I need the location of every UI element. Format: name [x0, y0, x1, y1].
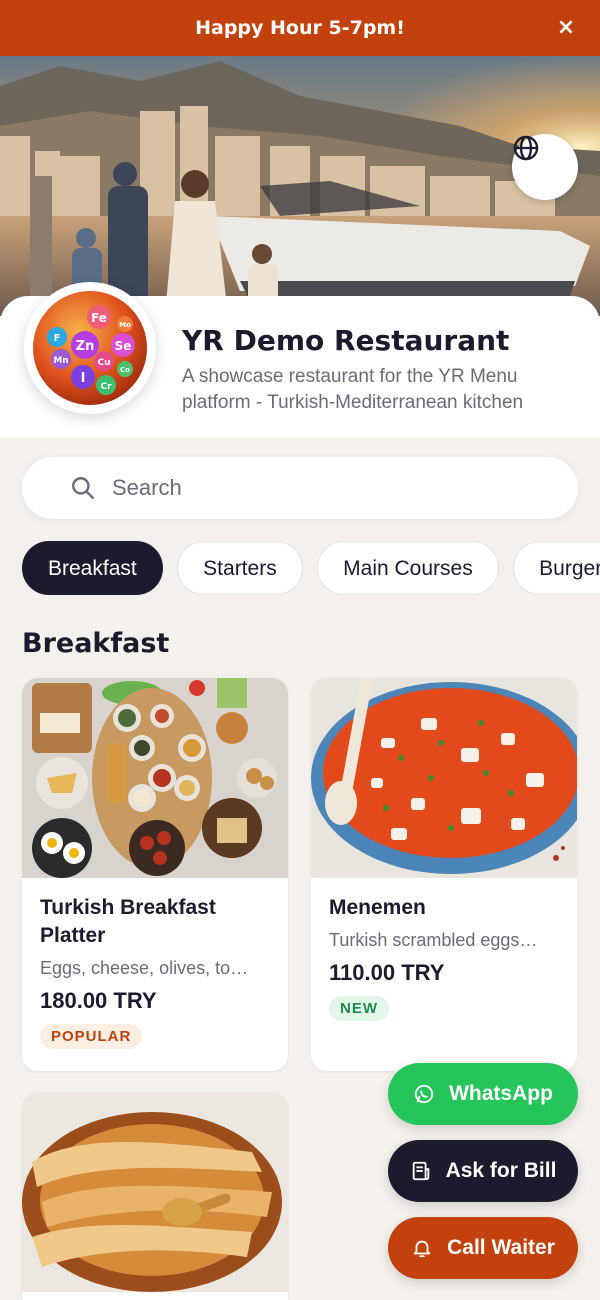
logo-element-fe: Fe [91, 311, 107, 325]
logo-element-f: F [54, 333, 61, 344]
menu-item-card[interactable] [22, 1092, 288, 1300]
logo-element-mn: Mn [53, 356, 68, 366]
whatsapp-label: WhatsApp [449, 1082, 553, 1105]
menu-item-description: Eggs, cheese, olives, tomatoes [40, 958, 250, 978]
tab-burgers[interactable]: Burgers [513, 541, 600, 595]
menu-item-image [311, 678, 577, 878]
language-button[interactable] [512, 134, 578, 200]
tab-breakfast[interactable]: Breakfast [22, 541, 163, 595]
ask-for-bill-button[interactable]: Ask for Bill [388, 1140, 578, 1202]
breakfast-platter-image [22, 678, 288, 878]
menu-item-name: Menemen [329, 896, 426, 919]
menu-item-description: Turkish scrambled eggs with tomatoes [329, 930, 539, 950]
hero-image [0, 56, 600, 316]
category-tabs: Breakfast Starters Main Courses Burgers [22, 541, 600, 597]
call-waiter-button[interactable]: Call Waiter [388, 1217, 578, 1279]
logo-element-se: Se [115, 339, 132, 353]
hero-illustration [0, 56, 600, 316]
bell-icon [413, 1240, 431, 1258]
logo-element-cr: Cr [100, 382, 112, 392]
restaurant-info: Fe Zn Se Mn I Cu Cr F Mo Co YR Demo Rest… [0, 282, 600, 438]
pancakes-image [22, 1092, 288, 1292]
search-input[interactable] [112, 457, 552, 519]
promo-banner: Happy Hour 5-7pm! × [0, 0, 600, 56]
restaurant-description: A showcase restaurant for the YR Menu pl… [182, 366, 524, 413]
section-title: Breakfast [22, 628, 170, 659]
search-bar[interactable] [22, 457, 578, 519]
logo-element-zn: Zn [76, 339, 95, 354]
restaurant-logo: Fe Zn Se Mn I Cu Cr F Mo Co [24, 282, 156, 414]
menu-item-image [22, 1092, 288, 1292]
logo-illustration: Fe Zn Se Mn I Cu Cr F Mo Co [33, 291, 147, 405]
logo-element-i: I [81, 371, 86, 386]
new-badge: NEW [329, 996, 389, 1021]
logo-element-mo: Mo [119, 321, 131, 329]
menu-item-image [22, 678, 288, 878]
menu-item-name: Turkish Breakfast Platter [40, 896, 216, 947]
whatsapp-button[interactable]: WhatsApp [388, 1063, 578, 1125]
tab-starters[interactable]: Starters [177, 541, 303, 595]
promo-banner-text: Happy Hour 5-7pm! [195, 17, 405, 39]
menu-item-card[interactable]: Menemen Turkish scrambled eggs with toma… [311, 678, 577, 1071]
ask-for-bill-label: Ask for Bill [445, 1159, 557, 1182]
whatsapp-icon [414, 1084, 434, 1104]
tab-main-courses[interactable]: Main Courses [317, 541, 499, 595]
popular-badge: POPULAR [40, 1024, 143, 1049]
logo-element-co: Co [120, 366, 130, 374]
globe-icon [513, 135, 539, 161]
menu-item-price: 110.00 TRY [329, 960, 445, 985]
logo-element-cu: Cu [97, 358, 110, 368]
restaurant-name: YR Demo Restaurant [182, 324, 510, 357]
menemen-image [311, 678, 577, 878]
search-icon [72, 477, 94, 499]
receipt-icon [412, 1161, 429, 1181]
menu-item-price: 180.00 TRY [40, 988, 157, 1013]
menu-item-card[interactable]: Turkish Breakfast Platter Eggs, cheese, … [22, 678, 288, 1071]
close-icon[interactable]: × [554, 16, 578, 40]
call-waiter-label: Call Waiter [447, 1236, 555, 1259]
